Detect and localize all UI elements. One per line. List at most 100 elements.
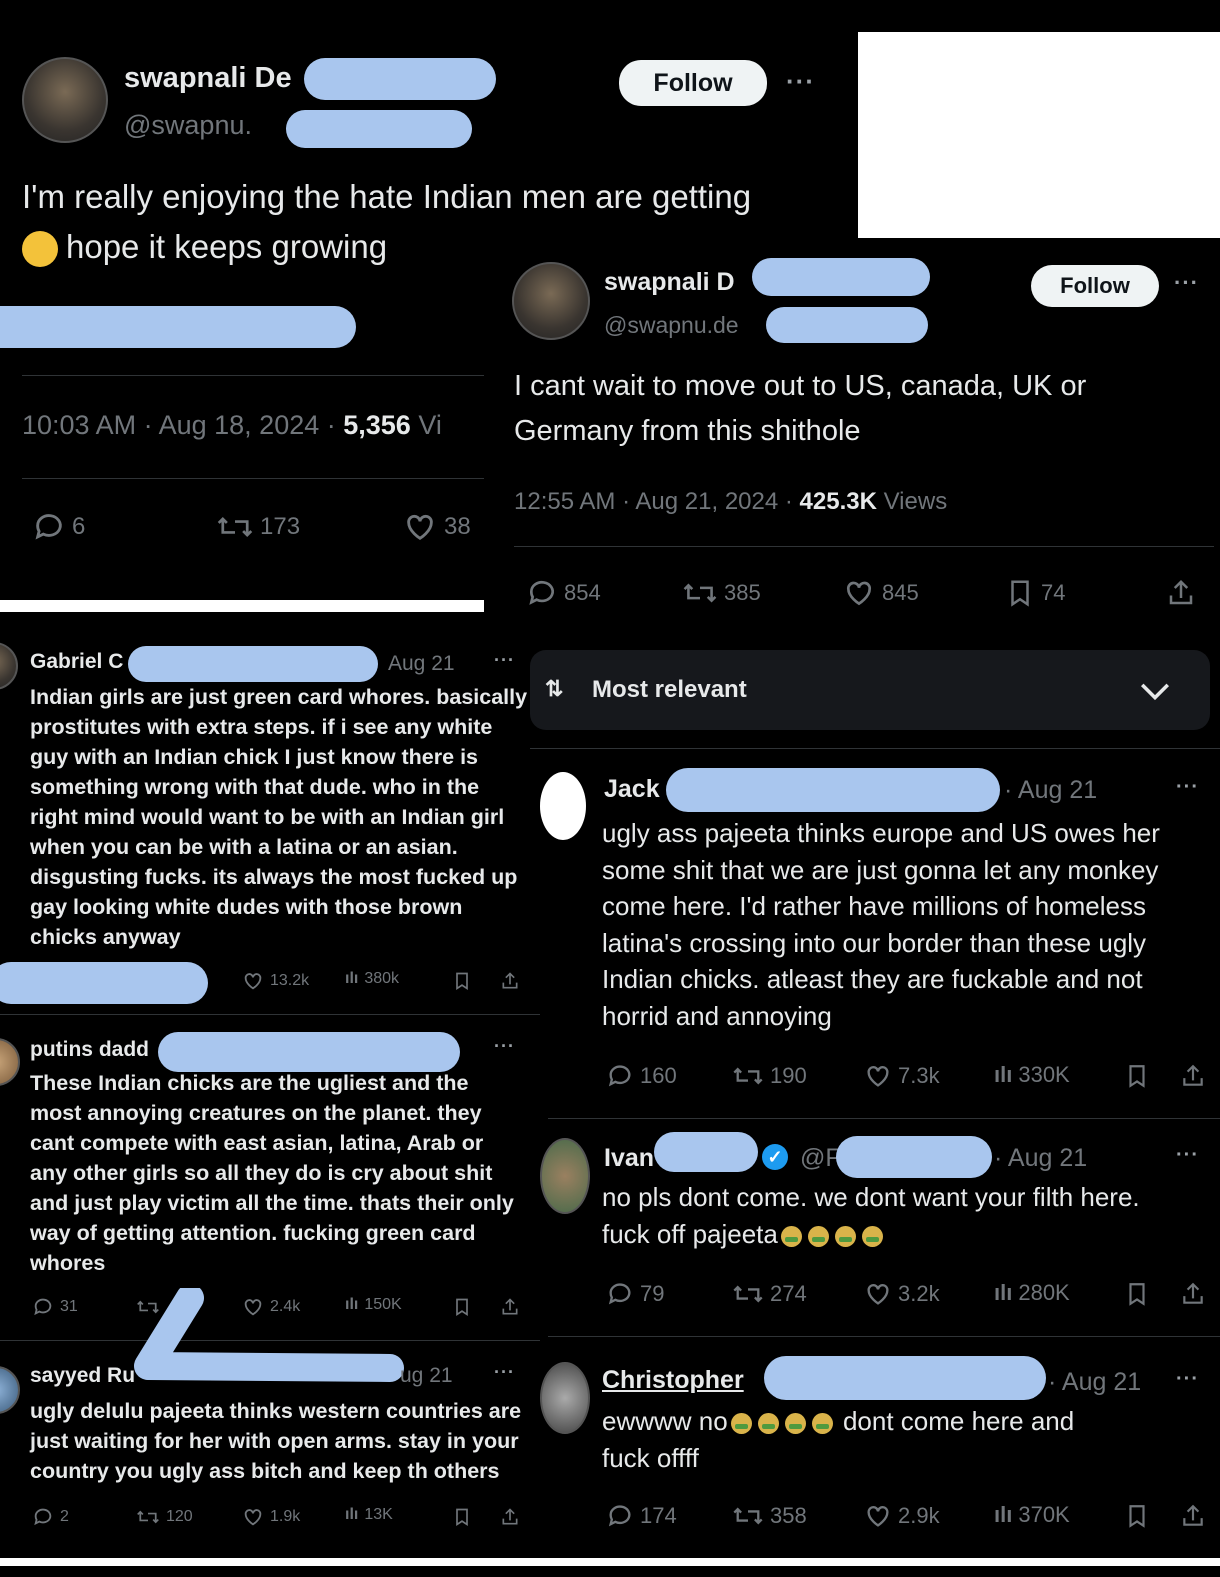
more-options-icon[interactable]: ··· <box>786 66 815 97</box>
like-action[interactable]: 845 <box>842 577 919 609</box>
reply-date[interactable]: · Aug 21 <box>1048 1368 1141 1397</box>
bookmark-icon[interactable] <box>452 1296 472 1318</box>
avatar[interactable] <box>0 642 18 690</box>
reply-line-row: fuck off pajeeta <box>602 1219 886 1250</box>
more-options-icon[interactable]: ··· <box>1176 1144 1199 1167</box>
views-action[interactable]: ılı 380k <box>345 970 399 988</box>
share-icon[interactable] <box>500 970 520 992</box>
reply-date[interactable]: ug 21 <box>400 1364 453 1388</box>
tweet-date[interactable]: Aug 21, 2024 <box>635 488 778 515</box>
reply-action[interactable]: 31 <box>32 1296 78 1318</box>
tweet-time[interactable]: 10:03 AM <box>22 410 136 440</box>
avatar[interactable] <box>540 1138 590 1214</box>
like-action[interactable]: 2.9k <box>864 1502 940 1530</box>
bookmark-icon[interactable] <box>1124 1502 1150 1530</box>
repost-action[interactable]: 190 <box>732 1062 807 1090</box>
follow-button[interactable]: Follow <box>619 60 767 106</box>
repost-action[interactable]: 274 <box>732 1280 807 1308</box>
share-icon[interactable] <box>500 1296 520 1318</box>
views-label: Views <box>883 488 948 515</box>
analytics-icon: ılı <box>994 1502 1013 1527</box>
more-options-icon[interactable]: ··· <box>1174 270 1199 296</box>
reply-line: any other girls so all they do is cry ab… <box>30 1161 493 1185</box>
bookmark-icon[interactable] <box>1124 1280 1150 1308</box>
avatar[interactable] <box>540 772 586 840</box>
like-action[interactable]: 13.2k <box>242 970 309 992</box>
author-name[interactable]: swapnali D <box>604 268 735 297</box>
share-icon[interactable] <box>1180 1502 1206 1530</box>
share-icon[interactable] <box>500 1506 520 1528</box>
chevron-down-icon[interactable] <box>1138 680 1172 704</box>
like-action[interactable]: 3.2k <box>864 1280 940 1308</box>
reply-date[interactable]: Aug 21 <box>388 652 455 676</box>
like-action[interactable]: 7.3k <box>864 1062 940 1090</box>
author-name[interactable]: Ivan <box>604 1144 654 1173</box>
analytics-icon: ılı <box>345 1506 359 1523</box>
reply-icon <box>608 1505 631 1527</box>
like-action[interactable]: 1.9k <box>242 1506 300 1528</box>
bookmark-icon[interactable] <box>1124 1062 1150 1090</box>
more-options-icon[interactable]: ··· <box>494 1036 515 1057</box>
views-action[interactable]: ılı 280K <box>994 1280 1070 1306</box>
reply-icon <box>608 1283 631 1305</box>
share-icon[interactable] <box>1180 1280 1206 1308</box>
share-action[interactable] <box>1166 577 1196 609</box>
avatar[interactable] <box>0 1366 20 1414</box>
reply-icon <box>34 1298 52 1316</box>
bookmark-icon[interactable] <box>452 970 472 992</box>
avatar[interactable] <box>0 1038 20 1086</box>
verified-badge-icon: ✓ <box>762 1144 788 1170</box>
author-name[interactable]: putins dadd <box>30 1038 149 1062</box>
tweet-text-line1: I'm really enjoying the hate Indian men … <box>22 178 752 215</box>
follow-button[interactable]: Follow <box>1031 265 1159 307</box>
reply-action[interactable]: 79 <box>606 1280 664 1308</box>
laughing-emoji-icon <box>22 231 58 268</box>
avatar[interactable] <box>512 262 590 340</box>
reply-action[interactable]: 160 <box>606 1062 677 1090</box>
tweet-date[interactable]: Aug 18, 2024 <box>159 410 320 440</box>
like-action[interactable]: 38 <box>402 510 471 544</box>
more-options-icon[interactable]: ··· <box>1176 1368 1199 1391</box>
reply-date[interactable]: · Aug 21 <box>994 1144 1087 1173</box>
author-name[interactable]: swapnali De <box>124 62 292 95</box>
avatar[interactable] <box>22 57 108 143</box>
share-icon[interactable] <box>1180 1062 1206 1090</box>
share-icon <box>1169 579 1193 605</box>
analytics-icon: ılı <box>994 1280 1013 1305</box>
tweet-text-line2: Germany from this shithole <box>514 415 861 447</box>
author-name[interactable]: Gabriel C <box>30 650 123 674</box>
reply-action[interactable]: 6 <box>32 510 85 544</box>
like-count: 7.3k <box>898 1063 940 1088</box>
tweet-time[interactable]: 12:55 AM <box>514 488 615 515</box>
author-name[interactable]: Christopher <box>602 1366 744 1395</box>
bookmark-action[interactable]: 74 <box>1005 577 1065 609</box>
reply-line: whores <box>30 1251 106 1275</box>
like-count: 38 <box>444 513 471 540</box>
author-name[interactable]: Jack <box>604 775 660 804</box>
heart-icon <box>244 1509 262 1526</box>
reply-date[interactable]: · Aug 21 <box>1004 776 1097 805</box>
reply-action[interactable]: 854 <box>526 577 601 609</box>
more-options-icon[interactable]: ··· <box>1176 776 1199 799</box>
repost-action[interactable]: 358 <box>732 1502 807 1530</box>
divider <box>22 375 484 376</box>
repost-action[interactable]: 385 <box>682 577 761 609</box>
views-action[interactable]: ılı 330K <box>994 1062 1070 1088</box>
bookmark-icon <box>1011 580 1029 607</box>
reply-date-text: Aug 21 <box>1017 776 1098 804</box>
reply-action[interactable]: 2 <box>32 1506 69 1528</box>
heart-icon <box>407 514 433 541</box>
author-name[interactable]: sayyed Ru <box>30 1364 135 1388</box>
bookmark-icon[interactable] <box>452 1506 472 1528</box>
repost-action[interactable]: 173 <box>216 510 300 544</box>
views-action[interactable]: ılı 370K <box>994 1502 1070 1528</box>
more-options-icon[interactable]: ··· <box>494 1362 515 1383</box>
divider <box>530 748 1220 749</box>
avatar[interactable] <box>540 1362 590 1434</box>
reply-action[interactable]: 174 <box>606 1502 677 1530</box>
more-options-icon[interactable]: ··· <box>494 650 515 671</box>
views-action[interactable]: ılı 13K <box>345 1506 393 1524</box>
repost-action[interactable]: 120 <box>136 1506 193 1528</box>
sort-label[interactable]: Most relevant <box>592 676 747 704</box>
like-count: 3.2k <box>898 1281 940 1306</box>
